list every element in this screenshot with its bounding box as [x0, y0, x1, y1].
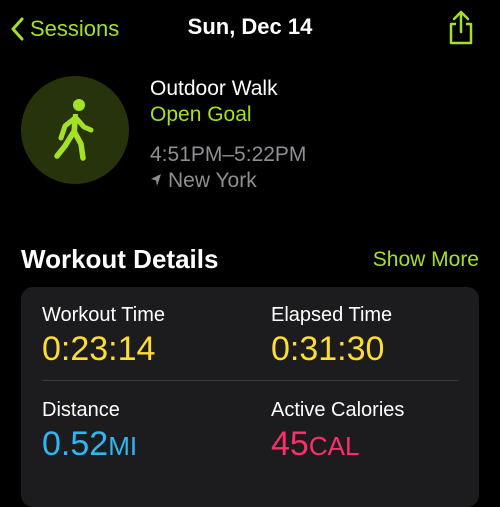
metric-distance: Distance 0.52MI — [42, 398, 137, 466]
metric-value: 0.52MI — [42, 425, 138, 463]
divider — [42, 380, 458, 381]
workout-icon-badge — [21, 76, 129, 184]
workout-details-card[interactable]: Workout Time 0:23:14 Elapsed Time 0:31:3… — [21, 287, 479, 507]
workout-name: Outdoor Walk — [150, 77, 278, 100]
metric-workout-time: Workout Time 0:23:14 — [42, 303, 165, 371]
metric-label: Elapsed Time — [271, 304, 393, 326]
metric-elapsed-time: Elapsed Time 0:31:30 — [271, 303, 392, 371]
metric-label: Active Calories — [271, 399, 405, 421]
page-title: Sun, Dec 14 — [187, 14, 313, 39]
workout-goal: Open Goal — [150, 103, 252, 126]
navigation-bar: Sessions Sun, Dec 14 — [0, 0, 500, 58]
section-title: Workout Details — [21, 244, 219, 274]
metric-value: 0:31:30 — [271, 330, 385, 368]
share-button[interactable] — [446, 10, 476, 46]
metric-label: Workout Time — [42, 304, 165, 326]
show-more-button[interactable]: Show More — [373, 248, 479, 272]
share-icon — [446, 10, 476, 46]
metric-value: 0:23:14 — [42, 330, 156, 368]
location-label: New York — [168, 169, 257, 192]
workout-location: New York — [150, 168, 306, 194]
workout-time-range: 4:51PM–5:22PM — [150, 143, 307, 166]
metric-active-calories: Active Calories 45CAL — [271, 398, 404, 466]
metric-value: 45CAL — [271, 425, 360, 463]
metric-label: Distance — [42, 399, 120, 421]
workout-info: Outdoor Walk Open Goal 4:51PM–5:22PM New… — [150, 76, 306, 194]
location-arrow-icon — [150, 168, 168, 194]
